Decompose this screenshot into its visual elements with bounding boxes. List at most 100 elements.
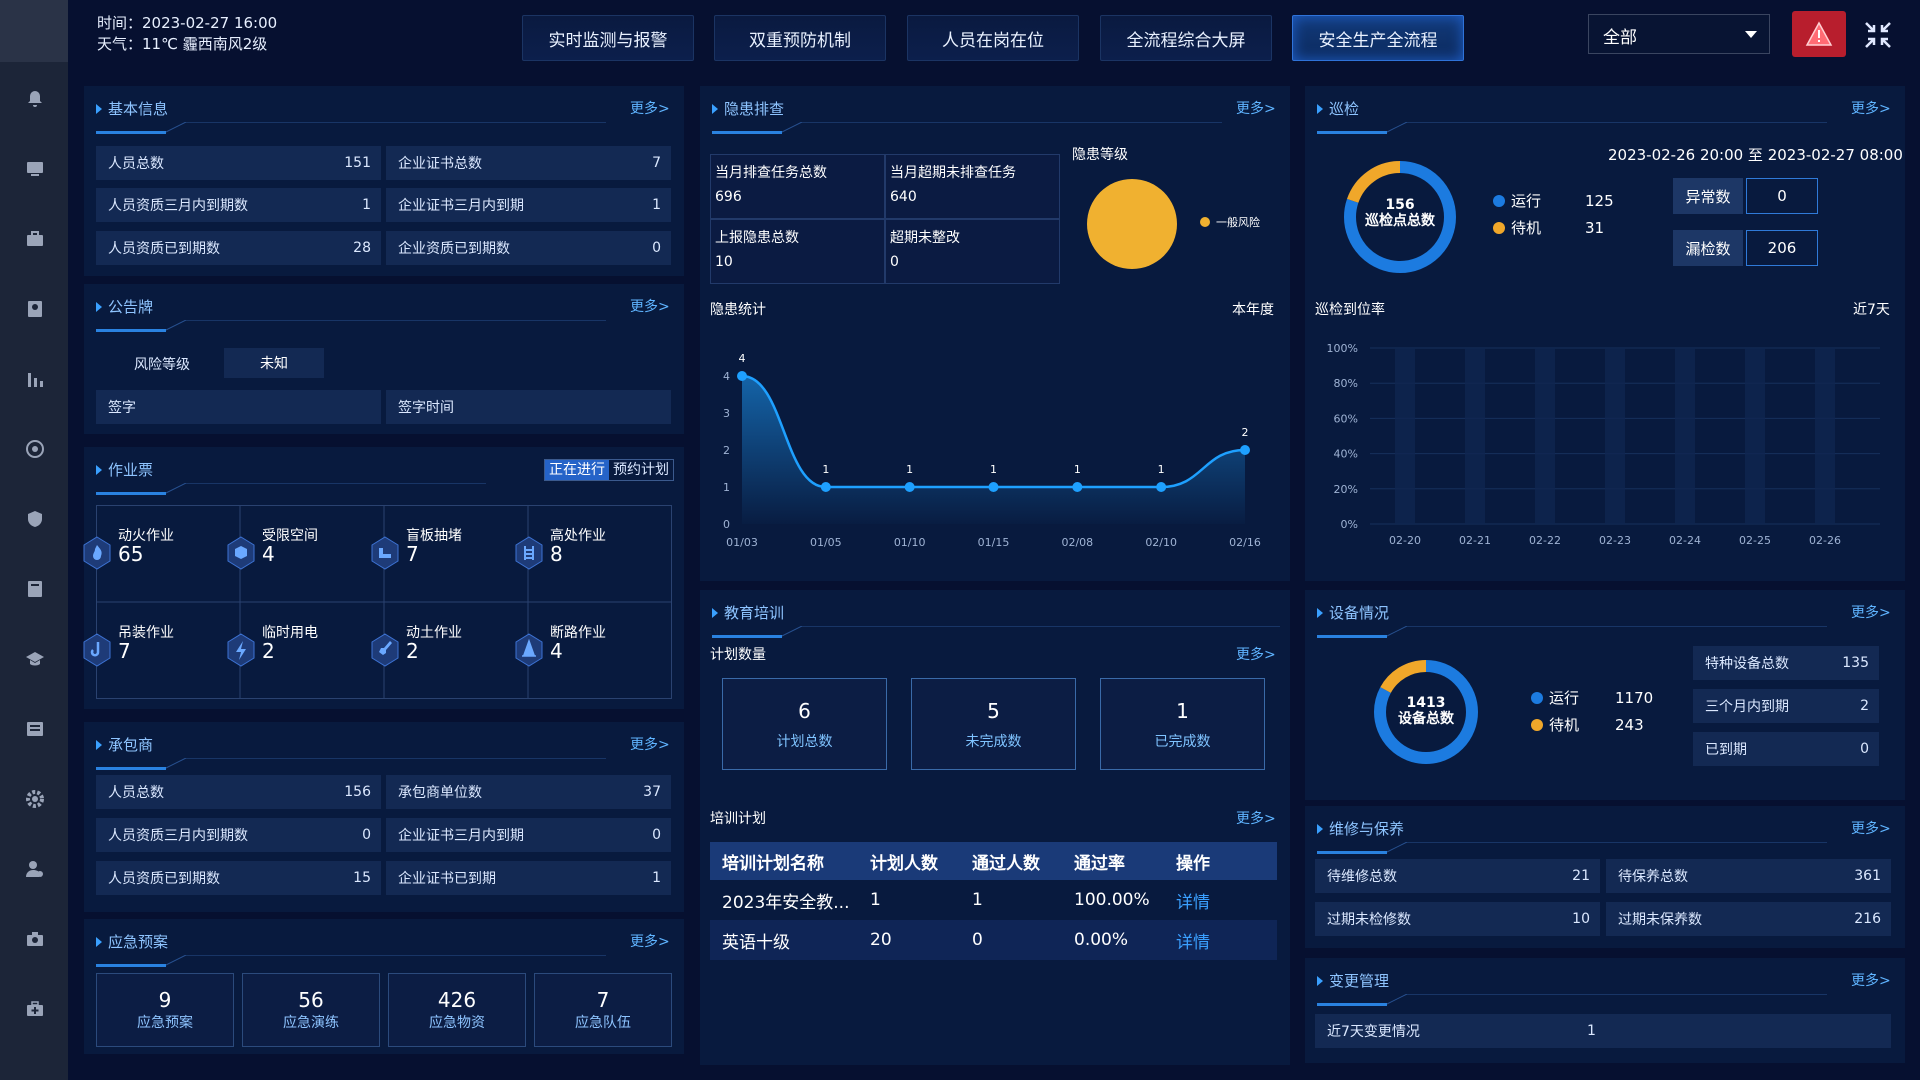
data-point bbox=[904, 482, 915, 492]
briefcase-icon[interactable] bbox=[24, 228, 46, 250]
nav-staff-on-duty[interactable]: 人员在岗在位 bbox=[907, 15, 1079, 61]
gear-icon[interactable] bbox=[24, 788, 46, 810]
emergency-more-link[interactable]: 更多> bbox=[630, 931, 670, 951]
basic-info-row: 人员总数 151 bbox=[96, 146, 381, 180]
nav-safety-production[interactable]: 安全生产全流程 bbox=[1292, 15, 1464, 61]
table-cell: 1 bbox=[870, 890, 881, 910]
data-point bbox=[820, 482, 831, 492]
x-tick-label: 01/15 bbox=[978, 536, 1010, 549]
ticket-lifting[interactable]: 吊装作业 7 bbox=[83, 602, 240, 698]
row-value: 0 bbox=[652, 240, 661, 256]
medkit-icon[interactable] bbox=[24, 998, 46, 1020]
ticket-hot-work[interactable]: 动火作业 65 bbox=[83, 505, 240, 601]
contractor-row: 企业证书三月内到期 0 bbox=[386, 818, 671, 852]
basic-info-more-link[interactable]: 更多> bbox=[630, 98, 670, 118]
tab-in-progress[interactable]: 正在进行 bbox=[545, 460, 609, 480]
lightning-icon bbox=[227, 633, 255, 667]
training-plan-more-link[interactable]: 更多> bbox=[1236, 808, 1276, 828]
ticket-temp-power[interactable]: 临时用电 2 bbox=[227, 602, 384, 698]
maintenance-row: 待维修总数 21 bbox=[1315, 859, 1600, 893]
equipment-more-link[interactable]: 更多> bbox=[1851, 602, 1891, 622]
hazard-level-pie bbox=[1087, 179, 1177, 269]
stat-value: 56 bbox=[298, 988, 324, 1012]
risk-level-label: 风险等级 bbox=[134, 357, 190, 373]
training-total-box[interactable]: 6 计划总数 bbox=[722, 678, 887, 770]
legend-dot bbox=[1493, 221, 1505, 234]
training-more-link[interactable]: 更多> bbox=[1236, 644, 1276, 664]
maintenance-row: 待保养总数 361 bbox=[1606, 859, 1891, 893]
camera-icon[interactable] bbox=[24, 928, 46, 950]
nav-full-process-screen[interactable]: 全流程综合大屏 bbox=[1100, 15, 1272, 61]
details-link[interactable]: 详情 bbox=[1176, 920, 1277, 960]
contractor-row: 承包商单位数 37 bbox=[386, 775, 671, 809]
row-value: 1 bbox=[652, 197, 661, 213]
book-icon[interactable] bbox=[24, 578, 46, 600]
pie-slice bbox=[1087, 179, 1177, 269]
cell-value: 696 bbox=[715, 189, 742, 205]
stat-label: 已完成数 bbox=[1154, 734, 1211, 750]
maintenance-row: 过期未检修数 10 bbox=[1315, 902, 1600, 936]
graduation-cap-icon[interactable] bbox=[24, 648, 46, 670]
hazard-level-legend: 一般风险 bbox=[1200, 214, 1260, 230]
row-label: 企业证书三月内到期 bbox=[398, 828, 524, 844]
emergency-team-box[interactable]: 7 应急队伍 bbox=[534, 973, 672, 1047]
cell-value: 640 bbox=[890, 189, 917, 205]
ticket-height-work[interactable]: 高处作业 8 bbox=[515, 505, 672, 601]
cell-label: 超期未整改 bbox=[890, 230, 960, 246]
legend-dot bbox=[1200, 217, 1210, 227]
emergency-plan-box[interactable]: 9 应急预案 bbox=[96, 973, 234, 1047]
warning-icon bbox=[1805, 21, 1833, 46]
box-icon bbox=[227, 536, 255, 570]
target-icon[interactable] bbox=[24, 438, 46, 460]
monitor-icon[interactable] bbox=[24, 158, 46, 180]
change-more-link[interactable]: 更多> bbox=[1851, 970, 1891, 990]
hook-icon bbox=[83, 633, 111, 667]
training-incomplete-box[interactable]: 5 未完成数 bbox=[911, 678, 1076, 770]
stat-value: 5 bbox=[987, 699, 1000, 723]
nav-realtime-monitor[interactable]: 实时监测与报警 bbox=[522, 15, 694, 61]
column-header: 通过人数 bbox=[972, 853, 1040, 874]
alarm-button[interactable] bbox=[1792, 11, 1846, 57]
notice-more-link[interactable]: 更多> bbox=[630, 296, 670, 316]
nav-dual-prevention[interactable]: 双重预防机制 bbox=[714, 15, 886, 61]
legend-label: 待机 bbox=[1511, 219, 1542, 237]
hazard-more-link[interactable]: 更多> bbox=[1236, 98, 1276, 118]
row-value: 0 bbox=[1860, 741, 1869, 757]
row-label: 人员总数 bbox=[108, 156, 164, 172]
maintenance-more-link[interactable]: 更多> bbox=[1851, 818, 1891, 838]
collapse-fullscreen-icon[interactable] bbox=[1863, 20, 1893, 50]
data-point bbox=[1156, 482, 1167, 492]
weather-label: 天气：11℃ 霾西南风2级 bbox=[97, 35, 268, 53]
bell-icon[interactable] bbox=[24, 88, 46, 110]
emergency-supplies-box[interactable]: 426 应急物资 bbox=[388, 973, 526, 1047]
ticket-confined-space[interactable]: 受限空间 4 bbox=[227, 505, 384, 601]
contractor-more-link[interactable]: 更多> bbox=[630, 734, 670, 754]
title-decoration bbox=[96, 122, 606, 134]
emergency-drill-box[interactable]: 56 应急演练 bbox=[242, 973, 380, 1047]
ticket-value: 4 bbox=[262, 542, 275, 566]
bar-chart-icon[interactable] bbox=[24, 368, 46, 390]
scope-select[interactable]: 全部 bbox=[1588, 14, 1770, 54]
patrol-more-link[interactable]: 更多> bbox=[1851, 98, 1891, 118]
shield-icon[interactable] bbox=[24, 508, 46, 530]
newspaper-icon[interactable] bbox=[24, 718, 46, 740]
data-label: 1 bbox=[906, 463, 913, 476]
row-value: 10 bbox=[1572, 911, 1590, 927]
id-card-icon[interactable] bbox=[24, 298, 46, 320]
x-tick-label: 02-22 bbox=[1529, 534, 1561, 547]
hazard-title: 隐患排查 bbox=[712, 98, 784, 119]
training-complete-box[interactable]: 1 已完成数 bbox=[1100, 678, 1265, 770]
ticket-blind-plate[interactable]: 盲板抽堵 7 bbox=[371, 505, 528, 601]
patrol-legend-running: 运行 125 bbox=[1493, 190, 1614, 211]
ticket-earthwork[interactable]: 动土作业 2 bbox=[371, 602, 528, 698]
basic-info-row: 人员资质三月内到期数 1 bbox=[96, 188, 381, 222]
ticket-road-closure[interactable]: 断路作业 4 bbox=[515, 602, 672, 698]
row-value: 15 bbox=[353, 870, 371, 886]
contractor-row: 企业证书已到期 1 bbox=[386, 861, 671, 895]
missed-label: 漏检数 bbox=[1673, 230, 1743, 266]
user-gear-icon[interactable] bbox=[24, 858, 46, 880]
details-link[interactable]: 详情 bbox=[1176, 880, 1277, 920]
tab-reservation[interactable]: 预约计划 bbox=[609, 460, 673, 480]
patrol-title: 巡检 bbox=[1317, 98, 1359, 119]
basic-info-row: 人员资质已到期数 28 bbox=[96, 231, 381, 265]
